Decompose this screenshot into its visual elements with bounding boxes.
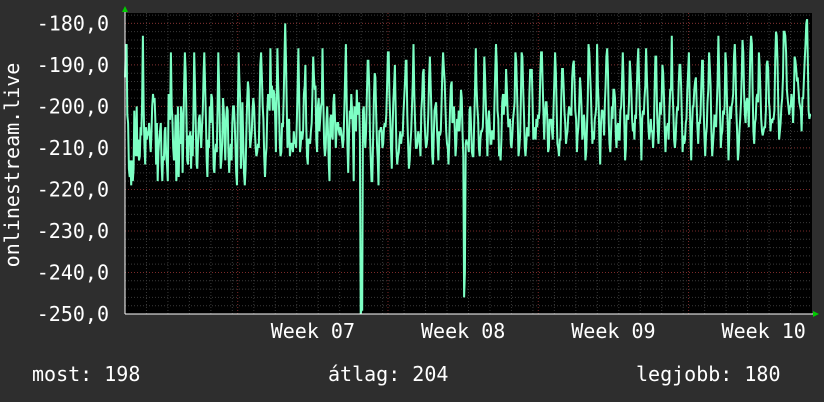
x-tick-label: Week 07 [271, 319, 355, 343]
y-tick-label: -250,0 [37, 302, 109, 326]
current-value: most: 198 [32, 362, 141, 386]
x-tick-label: Week 08 [421, 319, 505, 343]
average-value: átlag: 204 [328, 362, 449, 386]
x-tick-label: Week 10 [722, 319, 806, 343]
y-tick-label: -200,0 [37, 94, 109, 118]
y-tick-label: -210,0 [37, 136, 109, 160]
x-tick-label: Week 09 [571, 319, 655, 343]
y-tick-label: -240,0 [37, 260, 109, 284]
y-axis-label: onlinestream.live [0, 63, 24, 268]
y-axis-arrow [122, 6, 128, 12]
chart: -180,0 -190,0 -200,0 -210,0 -220,0 -230,0 -240… [0, 6, 819, 343]
y-tick-label: -190,0 [37, 53, 109, 77]
y-axis-ticks: -180,0 -190,0 -200,0 -210,0 -220,0 -230,0 -240… [37, 11, 109, 326]
y-tick-label: -230,0 [37, 219, 109, 243]
x-axis-ticks: Week 07 Week 08 Week 09 Week 10 [271, 319, 806, 343]
y-tick-label: -220,0 [37, 177, 109, 201]
y-tick-label: -180,0 [37, 11, 109, 35]
best-value: legjobb: 180 [636, 362, 781, 386]
x-axis-arrow [813, 311, 819, 317]
